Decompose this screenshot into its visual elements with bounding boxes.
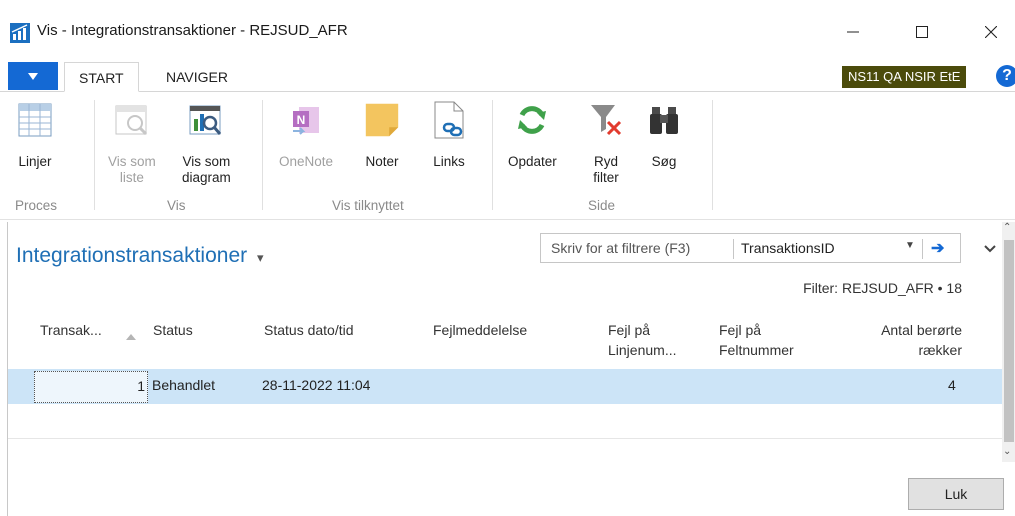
window-title: Vis - Integrationstransaktioner - REJSUD… (37, 22, 348, 39)
group-label-vis-tilknyttet: Vis tilknyttet (332, 198, 404, 213)
list-view-icon (114, 100, 150, 140)
linjer-button[interactable]: Linjer (17, 100, 53, 170)
filter-summary: Filter: REJSUD_AFR • 18 (803, 280, 962, 296)
column-header-line: Fejl på (719, 322, 762, 338)
column-header-transak[interactable]: Transak... (40, 320, 102, 340)
onenote-button[interactable]: N OneNote (279, 100, 333, 170)
page-title-menu-icon[interactable]: ▾ (257, 250, 264, 265)
ryd-filter-label: Ryd filter (593, 154, 619, 185)
scrollbar-thumb[interactable] (1004, 240, 1014, 442)
cell-status[interactable]: Behandlet (152, 377, 215, 393)
dynamics-nav-icon (10, 23, 30, 43)
maximize-button[interactable] (899, 14, 945, 50)
vis-som-diagram-button[interactable]: Vis som diagram (182, 100, 231, 186)
ribbon-tab-bar: START NAVIGER NS11 QA NSIR EtE ? (0, 58, 1015, 92)
title-bar: Vis - Integrationstransaktioner - REJSUD… (0, 0, 1015, 58)
cell-transaktions-id[interactable]: 1 (34, 371, 148, 403)
group-label-side: Side (588, 198, 616, 213)
page-title[interactable]: Integrationstransaktioner ▾ (16, 244, 264, 268)
filter-divider (733, 239, 734, 259)
column-header-fejl-linjenummer[interactable]: Fejl på Linjenum... (608, 320, 676, 360)
ryd-filter-button[interactable]: Ryd filter (588, 100, 624, 186)
minimize-icon (847, 31, 859, 33)
grid-icon (17, 100, 53, 140)
filter-field-select[interactable]: TransaktionsID (741, 240, 835, 256)
table-empty-row-divider (8, 438, 1002, 439)
group-separator (492, 100, 493, 210)
column-header-line: Linjenum... (608, 342, 677, 358)
sog-label: Søg (651, 154, 677, 169)
sog-button[interactable]: Søg (646, 100, 682, 170)
scroll-down-icon[interactable]: ⌄ (1003, 446, 1011, 457)
opdater-button[interactable]: Opdater (508, 100, 557, 170)
group-label-vis: Vis (167, 198, 186, 213)
column-header-antal[interactable]: Antal berørte rækker (851, 320, 962, 360)
group-label-proces: Proces (15, 198, 58, 213)
column-header-line: Fejl på (608, 322, 651, 338)
luk-button[interactable]: Luk (908, 478, 1004, 510)
column-header-status[interactable]: Status (153, 320, 193, 340)
cell-antal-berorte-raekker[interactable]: 4 (948, 377, 956, 393)
group-separator (712, 100, 713, 210)
note-icon (364, 100, 400, 140)
close-icon (985, 26, 997, 38)
link-icon (431, 100, 467, 140)
linjer-label: Linjer (18, 154, 52, 169)
tab-start[interactable]: START (64, 62, 139, 92)
group-separator (94, 100, 95, 210)
help-icon[interactable]: ? (996, 65, 1015, 87)
column-header-status-dato[interactable]: Status dato/tid (264, 320, 354, 340)
filter-input[interactable]: Skriv for at filtrere (F3) (551, 240, 690, 256)
collapse-chevron-icon[interactable] (982, 240, 998, 256)
noter-label: Noter (365, 154, 399, 169)
column-header-line: Antal berørte (881, 322, 962, 338)
page-title-text: Integrationstransaktioner (16, 244, 248, 267)
minimize-button[interactable] (830, 14, 876, 50)
tab-naviger[interactable]: NAVIGER (152, 62, 242, 92)
filter-box[interactable]: Skriv for at filtrere (F3) TransaktionsI… (540, 233, 961, 263)
cell-value: 1 (137, 378, 145, 394)
application-menu-button[interactable] (8, 62, 58, 90)
vis-som-liste-label: Vis som liste (108, 154, 156, 185)
binoculars-icon (646, 100, 682, 140)
refresh-icon (514, 100, 550, 140)
links-button[interactable]: Links (431, 100, 467, 170)
dropdown-triangle-icon (28, 72, 38, 80)
ribbon: Linjer Vis som liste Vis som diagram N O… (0, 92, 1015, 220)
svg-text:N: N (297, 113, 306, 127)
cell-status-dato-tid[interactable]: 28-11-2022 11:04 (262, 377, 370, 393)
clear-filter-icon (588, 100, 624, 140)
column-header-fejl-feltnummer[interactable]: Fejl på Feltnummer (719, 320, 794, 360)
company-badge[interactable]: NS11 QA NSIR EtE (842, 66, 967, 88)
opdater-label: Opdater (508, 154, 557, 169)
column-header-line: Feltnummer (719, 342, 794, 358)
group-separator (262, 100, 263, 210)
noter-button[interactable]: Noter (364, 100, 400, 170)
column-header-fejlmeddelelse[interactable]: Fejlmeddelelse (433, 320, 527, 340)
vis-som-liste-button[interactable]: Vis som liste (108, 100, 156, 186)
onenote-label: OneNote (279, 154, 334, 169)
links-label: Links (433, 154, 465, 169)
table-row[interactable]: 1 Behandlet 28-11-2022 11:04 4 (8, 369, 1002, 404)
column-header-line: rækker (918, 342, 962, 358)
table-header: Transak... Status Status dato/tid Fejlme… (10, 312, 1002, 366)
chevron-down-icon[interactable]: ▼ (905, 240, 915, 251)
vis-som-diagram-label: Vis som diagram (182, 154, 231, 185)
sort-ascending-icon (126, 334, 136, 340)
maximize-icon (916, 26, 928, 38)
close-window-button[interactable] (968, 14, 1014, 50)
chart-view-icon (188, 100, 224, 140)
arrow-right-icon[interactable]: ➔ (931, 238, 944, 258)
onenote-icon: N (288, 100, 324, 140)
filter-divider (922, 239, 923, 259)
scroll-up-icon[interactable]: ⌃ (1003, 222, 1011, 233)
